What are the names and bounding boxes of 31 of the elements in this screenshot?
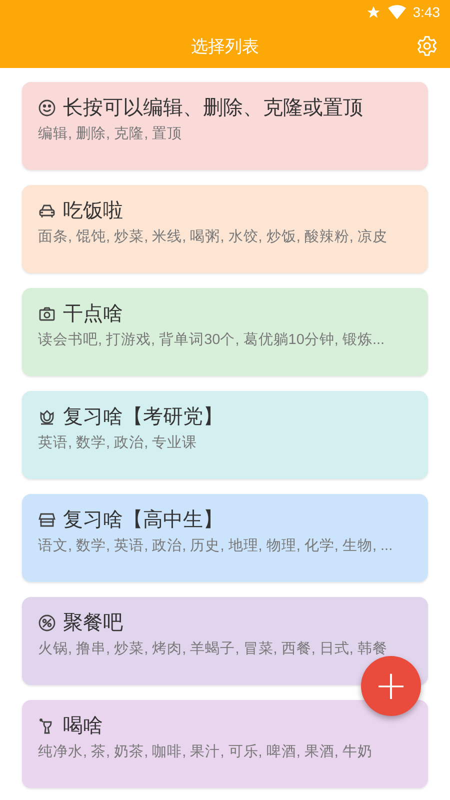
wifi-icon <box>388 4 406 20</box>
list-items: 读会书吧, 打游戏, 背单词30个, 葛优躺10分钟, 锻炼... <box>38 331 385 350</box>
clock: 3:43 <box>412 4 440 20</box>
list-card[interactable]: 长按可以编辑、删除、克隆或置顶 编辑, 删除, 克隆, 置顶 <box>22 82 428 170</box>
list-card[interactable]: 复习啥【考研党】 英语, 数学, 政治, 专业课 <box>22 391 428 479</box>
camera-icon <box>38 305 56 323</box>
settings-icon[interactable] <box>416 35 438 57</box>
list-title: 长按可以编辑、删除、克隆或置顶 <box>63 96 363 121</box>
list-items: 英语, 数学, 政治, 专业课 <box>38 434 198 453</box>
smile-icon <box>38 99 56 117</box>
screen-title: 选择列表 <box>191 36 259 58</box>
list-items: 纯净水, 茶, 奶茶, 咖啡, 果汁, 可乐, 啤酒, 果酒, 牛奶 <box>38 743 372 762</box>
list-title: 吃饭啦 <box>63 199 123 224</box>
shop-icon <box>38 511 56 529</box>
list-title: 聚餐吧 <box>63 611 123 636</box>
list-card[interactable]: 喝啥 纯净水, 茶, 奶茶, 咖啡, 果汁, 可乐, 啤酒, 果酒, 牛奶 <box>22 700 428 788</box>
list-title: 喝啥 <box>63 714 103 739</box>
flower-icon <box>38 408 56 426</box>
star-icon <box>366 4 381 20</box>
list-items: 面条, 馄饨, 炒菜, 米线, 喝粥, 水饺, 炒饭, 酸辣粉, 凉皮 <box>38 228 388 247</box>
list-items: 语文, 数学, 英语, 政治, 历史, 地理, 物理, 化学, 生物, ... <box>38 537 393 556</box>
list-card[interactable]: 干点啥 读会书吧, 打游戏, 背单词30个, 葛优躺10分钟, 锻炼... <box>22 288 428 376</box>
list-items: 编辑, 删除, 克隆, 置顶 <box>38 125 182 144</box>
list-title: 复习啥【考研党】 <box>63 405 223 430</box>
list-title: 复习啥【高中生】 <box>63 508 223 533</box>
car-icon <box>38 202 56 220</box>
list-card[interactable]: 复习啥【高中生】 语文, 数学, 英语, 政治, 历史, 地理, 物理, 化学, 生物, ... <box>22 494 428 582</box>
list-card[interactable]: 吃饭啦 面条, 馄饨, 炒菜, 米线, 喝粥, 水饺, 炒饭, 酸辣粉, 凉皮 <box>22 185 428 273</box>
list-title: 干点啥 <box>63 302 123 327</box>
list-items: 火锅, 撸串, 炒菜, 烤肉, 羊蝎子, 冒菜, 西餐, 日式, 韩餐 <box>38 640 388 659</box>
plate-icon <box>38 614 56 632</box>
